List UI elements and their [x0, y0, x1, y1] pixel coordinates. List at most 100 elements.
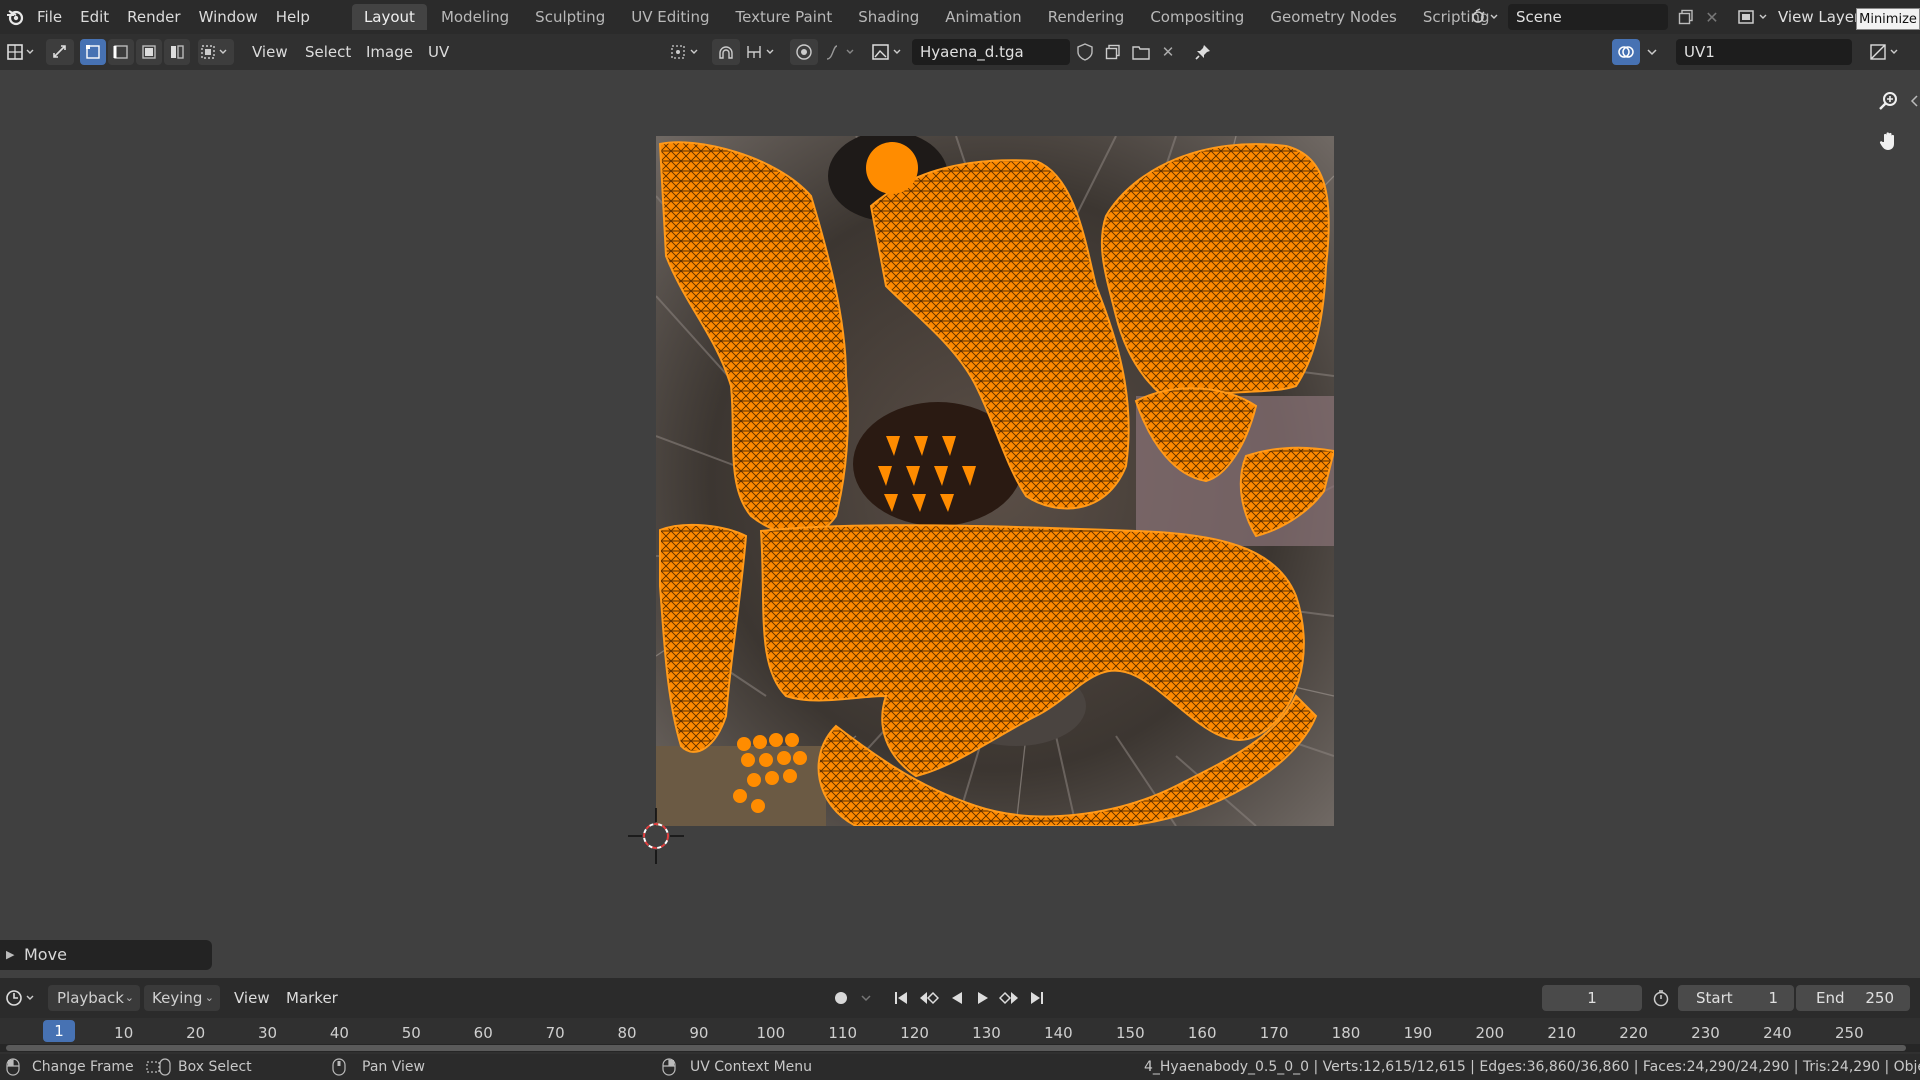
tab-layout[interactable]: Layout: [351, 4, 427, 30]
pan-view-button[interactable]: [1872, 124, 1906, 158]
tab-texture-paint[interactable]: Texture Paint: [723, 4, 844, 30]
keying-menu[interactable]: Keying ⌄: [144, 985, 220, 1011]
jump-to-start-button[interactable]: [888, 985, 914, 1011]
start-frame-field[interactable]: Start 1: [1678, 985, 1794, 1011]
uv-island-eye[interactable]: [866, 142, 918, 194]
open-image-button[interactable]: [1128, 39, 1154, 65]
unlink-image-button[interactable]: ✕: [1156, 39, 1180, 65]
2d-cursor[interactable]: [628, 808, 684, 864]
end-frame-field[interactable]: End 250: [1796, 985, 1910, 1011]
use-preview-range-toggle[interactable]: [1648, 985, 1674, 1011]
menu-help[interactable]: Help: [267, 0, 319, 34]
menu-image[interactable]: Image: [366, 34, 413, 70]
ruler-tick-label: 180: [1331, 1024, 1361, 1042]
tab-animation[interactable]: Animation: [933, 4, 1033, 30]
overlays-dropdown[interactable]: [1642, 39, 1662, 65]
delete-scene-button[interactable]: ✕: [1700, 4, 1724, 30]
tab-compositing[interactable]: Compositing: [1138, 4, 1256, 30]
stopwatch-icon: [1648, 985, 1674, 1011]
current-frame-field[interactable]: 1: [1542, 985, 1642, 1011]
edge-select-mode-button[interactable]: [108, 39, 134, 65]
current-frame-indicator[interactable]: 1: [43, 1020, 75, 1042]
timeline-scrollbar[interactable]: [6, 1045, 1906, 1051]
auto-keying-options[interactable]: [856, 985, 876, 1011]
tab-sculpting[interactable]: Sculpting: [523, 4, 617, 30]
view-layer-name-field[interactable]: View Layer: [1778, 4, 1858, 30]
auto-keying-toggle[interactable]: [828, 985, 854, 1011]
chevron-down-icon: [856, 985, 876, 1011]
vertex-select-mode-button[interactable]: [80, 39, 106, 65]
pin-icon: [1190, 39, 1216, 65]
scene-name-field[interactable]: Scene: [1508, 4, 1668, 30]
tab-modeling[interactable]: Modeling: [429, 4, 521, 30]
mouse-middle-icon: [332, 1058, 346, 1076]
face-select-mode-button[interactable]: [136, 39, 162, 65]
face-select-icon: [136, 39, 162, 65]
menu-view[interactable]: View: [252, 34, 288, 70]
menu-file[interactable]: File: [28, 0, 71, 34]
snap-toggle[interactable]: [712, 39, 740, 65]
uv-map-field[interactable]: UV1: [1676, 39, 1852, 65]
timeline-editor-type-button[interactable]: [2, 985, 42, 1011]
new-scene-button[interactable]: [1672, 4, 1700, 30]
playback-menu[interactable]: Playback ⌄: [48, 985, 140, 1011]
island-select-mode-button[interactable]: [164, 39, 190, 65]
menu-uv[interactable]: UV: [428, 34, 449, 70]
cursor-crosshair-icon: [628, 808, 684, 864]
ruler-tick-label: 10: [114, 1024, 134, 1042]
play-button[interactable]: [970, 985, 996, 1011]
ruler-tick-label: 150: [1115, 1024, 1145, 1042]
tab-uv-editing[interactable]: UV Editing: [619, 4, 721, 30]
sidebar-toggle[interactable]: [1908, 92, 1920, 110]
new-image-button[interactable]: [1100, 39, 1126, 65]
view-layer-icon: [1734, 4, 1774, 30]
fake-user-toggle[interactable]: [1072, 39, 1098, 65]
record-icon: [828, 985, 854, 1011]
scene-browse-button[interactable]: [1468, 4, 1504, 30]
menu-window[interactable]: Window: [190, 0, 267, 34]
pivot-point-dropdown[interactable]: [666, 39, 706, 65]
last-operator-panel[interactable]: ▶ Move: [0, 940, 212, 970]
ruler-tick-label: 230: [1691, 1024, 1720, 1042]
ruler-tick-label: 250: [1834, 1024, 1864, 1042]
proportional-falloff-dropdown[interactable]: [822, 39, 862, 65]
editor-type-button[interactable]: [4, 39, 40, 65]
tab-shading[interactable]: Shading: [846, 4, 931, 30]
hint-uv-context-menu: UV Context Menu: [690, 1059, 813, 1075]
status-bar: Change Frame Box Select Pan View UV Cont…: [0, 1054, 1920, 1080]
timeline-view-menu[interactable]: View: [234, 978, 270, 1018]
image-browse-button[interactable]: [868, 39, 908, 65]
image-name-field[interactable]: Hyaena_d.tga: [912, 39, 1070, 65]
display-channels-icon: [1866, 39, 1906, 65]
jump-to-end-button[interactable]: [1024, 985, 1050, 1011]
pin-image-toggle[interactable]: [1190, 39, 1216, 65]
menu-render[interactable]: Render: [118, 0, 189, 34]
zoom-view-button[interactable]: [1872, 84, 1906, 118]
keyframe-prev-icon: [916, 985, 942, 1011]
snap-target-dropdown[interactable]: [742, 39, 782, 65]
menu-edit[interactable]: Edit: [71, 0, 118, 34]
tab-rendering[interactable]: Rendering: [1036, 4, 1137, 30]
tab-geometry-nodes[interactable]: Geometry Nodes: [1258, 4, 1409, 30]
uv-sync-toggle[interactable]: [46, 39, 74, 65]
display-channels-dropdown[interactable]: [1866, 39, 1906, 65]
jump-to-keyframe-next-button[interactable]: [996, 985, 1022, 1011]
uv-texture-image[interactable]: [656, 136, 1334, 826]
timeline-marker-menu[interactable]: Marker: [286, 978, 338, 1018]
uv-editor-header: View Select Image UV Hyaena_d.tga ✕ UV1: [0, 34, 1920, 70]
view-layer-browse-button[interactable]: [1734, 4, 1774, 30]
ruler-tick-label: 220: [1619, 1024, 1648, 1042]
sticky-select-icon: [198, 39, 234, 65]
proportional-editing-toggle[interactable]: [790, 39, 818, 65]
jump-end-icon: [1024, 985, 1050, 1011]
overlays-toggle[interactable]: [1612, 39, 1640, 65]
jump-to-keyframe-prev-button[interactable]: [916, 985, 942, 1011]
play-reverse-button[interactable]: [944, 985, 970, 1011]
blender-logo-icon[interactable]: [2, 0, 28, 34]
hint-box-select: Box Select: [178, 1059, 252, 1075]
ruler-tick-label: 170: [1259, 1024, 1289, 1042]
chevron-down-icon: [1642, 39, 1662, 65]
menu-select[interactable]: Select: [305, 34, 351, 70]
sticky-select-mode-dropdown[interactable]: [198, 39, 234, 65]
ruler-tick-label: 240: [1763, 1024, 1792, 1042]
